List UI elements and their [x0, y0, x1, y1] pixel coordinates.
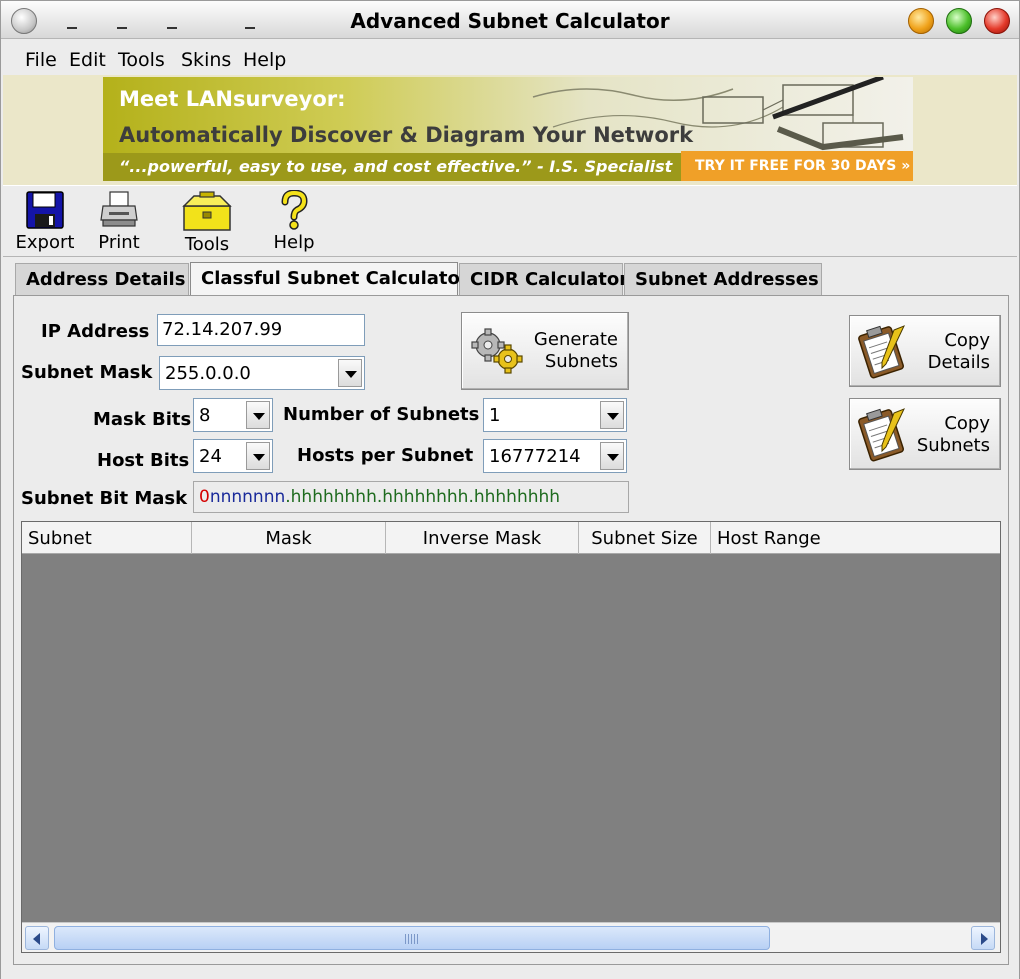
banner-tagline: Automatically Discover & Diagram Your Ne…	[119, 123, 694, 147]
print-label: Print	[98, 232, 140, 253]
subnet-bit-mask-label: Subnet Bit Mask	[21, 488, 188, 509]
subnet-mask-dropdown-button[interactable]	[338, 359, 362, 387]
grip-icon	[405, 934, 419, 944]
tab-cidr-calculator[interactable]: CIDR Calculator	[459, 263, 628, 295]
copy-details-label-line1: Copy	[944, 330, 990, 351]
column-header-host-range[interactable]: Host Range	[711, 522, 1000, 554]
help-button[interactable]: Help	[269, 190, 319, 253]
maximize-button[interactable]	[946, 8, 972, 34]
scrollbar-thumb[interactable]	[54, 926, 770, 950]
generate-subnets-button[interactable]: Generate Subnets	[461, 312, 629, 390]
subnet-mask-value: 255.0.0.0	[165, 363, 251, 384]
chevron-down-icon	[607, 413, 619, 420]
tab-classful-subnet-calculator[interactable]: Classful Subnet Calculator	[190, 262, 469, 296]
mask-bits-value: 8	[199, 405, 211, 426]
subnet-bit-mask-display: 0nnnnnnn.hhhhhhhh.hhhhhhhh.hhhhhhhh	[193, 481, 629, 513]
subnet-list[interactable]: Subnet Mask Inverse Mask Subnet Size Hos…	[21, 521, 1001, 953]
close-button[interactable]	[984, 8, 1010, 34]
bit-mask-network-bits: 0	[199, 487, 210, 507]
generate-label-line1: Generate	[533, 329, 618, 350]
menu-tools[interactable]: Tools	[118, 49, 165, 71]
export-label: Export	[15, 232, 75, 253]
subnet-mask-select[interactable]: 255.0.0.0	[159, 356, 365, 390]
mask-bits-select[interactable]: 8	[193, 398, 273, 432]
column-header-inverse-mask[interactable]: Inverse Mask	[386, 522, 579, 554]
toolbox-icon	[182, 191, 232, 231]
banner-quote: “...powerful, easy to use, and cost effe…	[119, 157, 673, 176]
toolbar: Export Print Tools Help	[3, 185, 1017, 257]
scroll-left-button[interactable]	[25, 926, 49, 950]
scroll-right-button[interactable]	[971, 926, 995, 950]
advertisement-banner[interactable]: Meet LANsurveyor: Automatically Discover…	[103, 77, 913, 181]
copy-subnets-button[interactable]: Copy Subnets	[849, 398, 1001, 470]
column-header-subnet-size[interactable]: Subnet Size	[579, 522, 711, 554]
menu-edit[interactable]: Edit	[69, 49, 106, 71]
host-bits-value: 24	[199, 446, 222, 467]
host-bits-dropdown-button[interactable]	[246, 442, 270, 470]
chevron-right-icon	[981, 933, 988, 945]
chevron-left-icon	[33, 933, 40, 945]
menu-help[interactable]: Help	[243, 49, 286, 71]
copy-details-button[interactable]: Copy Details	[849, 315, 1001, 387]
copy-subnets-label-line2: Subnets	[916, 435, 990, 456]
clipboard-icon	[858, 408, 905, 462]
chevron-down-icon	[253, 454, 265, 461]
window-title: Advanced Subnet Calculator	[350, 9, 670, 33]
subnet-mask-label: Subnet Mask	[21, 362, 153, 383]
gears-icon	[471, 328, 523, 374]
generate-label-line2: Subnets	[544, 351, 618, 372]
banner-cta-button[interactable]: TRY IT FREE FOR 30 DAYS »	[681, 151, 913, 181]
number-of-subnets-value: 1	[489, 405, 501, 426]
host-bits-select[interactable]: 24	[193, 439, 273, 473]
number-of-subnets-dropdown-button[interactable]	[600, 401, 624, 429]
column-header-mask[interactable]: Mask	[192, 522, 386, 554]
mask-bits-dropdown-button[interactable]	[246, 401, 270, 429]
copy-details-label-line2: Details	[927, 352, 990, 373]
menu-bar: File Edit Tools Skins Help	[1, 41, 1019, 75]
column-header-subnet[interactable]: Subnet	[22, 522, 192, 554]
banner-headline: Meet LANsurveyor:	[119, 87, 346, 111]
hosts-per-subnet-select[interactable]: 16777214	[483, 439, 627, 473]
copy-subnets-label-line1: Copy	[944, 413, 990, 434]
ip-address-label: IP Address	[41, 321, 150, 342]
menu-file[interactable]: File	[25, 49, 57, 71]
chevron-down-icon	[345, 371, 357, 378]
title-bar[interactable]: Advanced Subnet Calculator	[1, 1, 1019, 39]
minimize-button[interactable]	[908, 8, 934, 34]
app-window: Advanced Subnet Calculator File Edit Too…	[0, 0, 1020, 979]
mask-bits-label: Mask Bits	[93, 409, 192, 430]
number-of-subnets-label: Number of Subnets	[283, 404, 480, 425]
list-header: Subnet Mask Inverse Mask Subnet Size Hos…	[22, 522, 1000, 554]
horizontal-scrollbar[interactable]	[22, 922, 1000, 952]
clipboard-icon	[858, 325, 905, 379]
chevron-down-icon	[607, 454, 619, 461]
help-label: Help	[273, 232, 315, 253]
bit-mask-subnet-bits: nnnnnnn	[209, 487, 286, 507]
bit-mask-host-bits: .hhhhhhhh.hhhhhhhh.hhhhhhhh	[285, 487, 561, 507]
question-mark-icon	[281, 190, 308, 230]
tools-button[interactable]: Tools	[177, 190, 237, 255]
tab-address-details[interactable]: Address Details	[15, 263, 189, 295]
export-button[interactable]: Export	[15, 190, 75, 253]
printer-icon	[100, 191, 138, 227]
hosts-per-subnet-dropdown-button[interactable]	[600, 442, 624, 470]
print-button[interactable]: Print	[93, 190, 145, 253]
host-bits-label: Host Bits	[97, 450, 190, 471]
hosts-per-subnet-value: 16777214	[489, 446, 581, 467]
window-bottom-edge	[1, 965, 1019, 979]
number-of-subnets-select[interactable]: 1	[483, 398, 627, 432]
tools-label: Tools	[184, 234, 230, 255]
floppy-disk-icon	[26, 191, 64, 229]
tab-subnet-addresses[interactable]: Subnet Addresses	[624, 263, 822, 295]
menu-skins[interactable]: Skins	[181, 49, 231, 71]
hosts-per-subnet-label: Hosts per Subnet	[297, 445, 474, 466]
ip-address-input[interactable]: 72.14.207.99	[157, 314, 365, 346]
chevron-down-icon	[253, 413, 265, 420]
